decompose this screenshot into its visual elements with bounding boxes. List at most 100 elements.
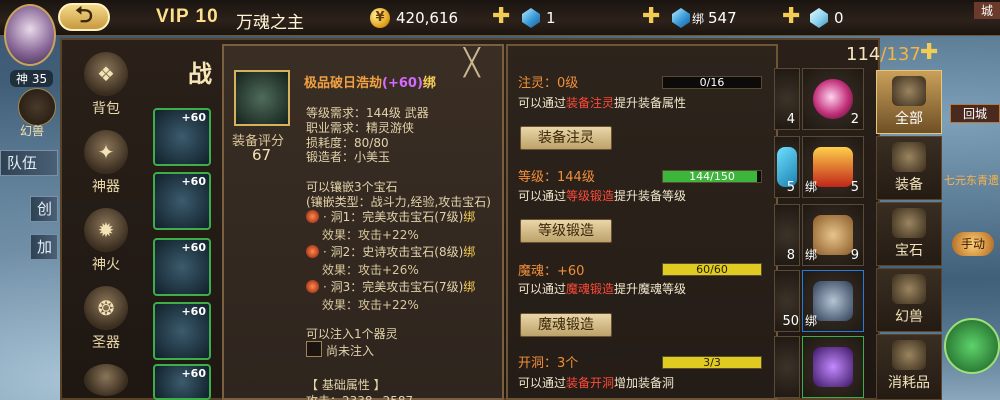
- level-forge-button[interactable]: 等级锻造: [520, 219, 612, 243]
- equip-slot[interactable]: +60: [153, 172, 211, 230]
- bag-cell[interactable]: 5: [774, 136, 800, 198]
- bag-cell[interactable]: 8: [774, 204, 800, 266]
- bind-tag: 绑: [692, 11, 705, 26]
- player-avatar[interactable]: [4, 4, 56, 66]
- filter-pet[interactable]: 幻兽: [876, 268, 942, 332]
- bag-cell[interactable]: 4: [774, 68, 800, 130]
- item-name: 极品破日浩劫(+60)绑: [304, 72, 436, 91]
- filter-gem[interactable]: 宝石: [876, 202, 942, 266]
- filter-all[interactable]: 全部: [876, 70, 942, 134]
- equip-plus: +60: [181, 241, 206, 254]
- bag-cell[interactable]: 50: [774, 270, 800, 332]
- add-gold-button[interactable]: ✚: [492, 4, 510, 29]
- base-attributes-title: 【 基础属性 】: [306, 378, 386, 392]
- desc-prefix: 可以通过: [518, 189, 567, 203]
- level-title: 等级：144级: [518, 170, 595, 185]
- soul-progress-text: 60/60: [696, 263, 728, 276]
- manual-mode-button[interactable]: 手动: [952, 232, 994, 256]
- equip-plus: +60: [181, 111, 206, 124]
- item-count: 9: [850, 248, 859, 263]
- desc-prefix: 可以通过: [518, 96, 567, 110]
- beast-icon: [892, 274, 926, 304]
- inject-title: 注灵：0级: [518, 76, 579, 91]
- equip-plus: +60: [181, 305, 206, 318]
- gem-amount: 1: [546, 9, 556, 27]
- crystal-icon: [810, 8, 828, 28]
- sword-icon: [892, 142, 926, 172]
- side-button-b[interactable]: 加: [30, 234, 58, 260]
- equip-slot[interactable]: +60: [153, 238, 211, 296]
- desc-suffix: 提升装备等级: [614, 189, 687, 203]
- soul-status: 尚未注入: [326, 344, 375, 358]
- vip-level: VIP 10: [156, 6, 219, 27]
- gem-hole-2: · 洞2：史诗攻击宝石(8级) 绑: [306, 243, 475, 260]
- diamond-icon: [522, 8, 540, 28]
- nav-holy-item[interactable]: ❂ 圣器: [64, 282, 148, 352]
- helmet-icon: [813, 281, 853, 321]
- item-count: 5: [786, 180, 795, 195]
- expand-bag-button[interactable]: ✚: [920, 40, 938, 65]
- nav-holy-item-label: 圣器: [92, 335, 120, 351]
- filter-equipment-label: 装备: [895, 177, 923, 193]
- bag-cell[interactable]: 绑 9: [802, 204, 864, 266]
- special-gem-resource: 0: [810, 6, 844, 30]
- bound-gem-amount: 547: [708, 9, 737, 27]
- chest-filter-icon: [892, 76, 926, 106]
- inject-progress-text: 0/16: [699, 76, 725, 89]
- bag-cell[interactable]: [774, 336, 800, 398]
- gold-amount: 420,616: [396, 9, 459, 27]
- attack-skill-button[interactable]: [944, 318, 1000, 374]
- desc-suffix: 增加装备洞: [614, 376, 675, 390]
- nav-more[interactable]: [64, 360, 148, 396]
- attack-gem-icon: [306, 210, 319, 223]
- filter-consumable[interactable]: 消耗品: [876, 334, 942, 400]
- team-tab[interactable]: 队伍: [0, 150, 58, 176]
- soul-title: 魔魂：+60: [518, 264, 585, 279]
- more-icon: [84, 364, 128, 396]
- filter-equipment[interactable]: 装备: [876, 136, 942, 200]
- inject-button[interactable]: 装备注灵: [520, 126, 612, 150]
- back-button[interactable]: ⮌: [58, 3, 110, 31]
- side-button-a[interactable]: 创: [30, 196, 58, 222]
- pet-label: 幻兽: [20, 124, 45, 138]
- bag-cell[interactable]: 绑: [802, 270, 864, 332]
- nav-bag[interactable]: ❖ 背包: [64, 48, 148, 118]
- artifact-icon: ✦: [84, 130, 128, 174]
- filter-consumable-label: 消耗品: [888, 375, 930, 391]
- bag-cell[interactable]: 2: [802, 68, 864, 130]
- bag-capacity: 114/137: [846, 44, 921, 65]
- soul-slot[interactable]: [306, 341, 322, 357]
- filter-all-label: 全部: [895, 111, 923, 127]
- gem-hole-text: · 洞2：史诗攻击宝石(8级): [323, 245, 464, 259]
- nav-divine-fire[interactable]: ✹ 神火: [64, 204, 148, 274]
- add-bound-gem-button[interactable]: ✚: [782, 4, 800, 29]
- item-upgrade: (+60): [382, 76, 423, 91]
- bag-cell[interactable]: 绑 5: [802, 136, 864, 198]
- add-gem-button[interactable]: ✚: [642, 4, 660, 29]
- bag-icon: ❖: [84, 52, 128, 96]
- gem-resource: 1: [522, 6, 556, 30]
- pet-button[interactable]: [18, 88, 56, 126]
- forger: 锻造者：小美玉: [306, 150, 391, 164]
- bound-gem-resource: 绑 547: [672, 6, 737, 30]
- equip-slot[interactable]: +60: [153, 364, 211, 400]
- item-name-text: 极品破日浩劫: [304, 76, 383, 91]
- gem-bind-tag: 绑: [463, 210, 476, 224]
- level-prefix: 神: [16, 72, 29, 86]
- gem-effect: 效果：攻击+22%: [322, 298, 419, 312]
- equip-slot[interactable]: +60: [153, 108, 211, 166]
- special-gem-amount: 0: [834, 9, 844, 27]
- desc-suffix: 提升魔魂等级: [614, 282, 687, 296]
- treasure-chest-icon: [813, 147, 853, 187]
- return-city-button[interactable]: 回城: [950, 104, 1000, 123]
- desc-prefix: 可以通过: [518, 376, 567, 390]
- nav-artifact-label: 神器: [92, 179, 120, 195]
- soul-forge-button[interactable]: 魔魂锻造: [520, 313, 612, 337]
- item-count: 4: [786, 112, 795, 127]
- equip-slot[interactable]: +60: [153, 302, 211, 360]
- nav-artifact[interactable]: ✦ 神器: [64, 126, 148, 196]
- base-attack: 攻击：2338~2587: [306, 392, 413, 400]
- close-icon[interactable]: ╳: [464, 50, 480, 76]
- bag-cell[interactable]: [802, 336, 864, 398]
- pouch-icon: [813, 215, 853, 255]
